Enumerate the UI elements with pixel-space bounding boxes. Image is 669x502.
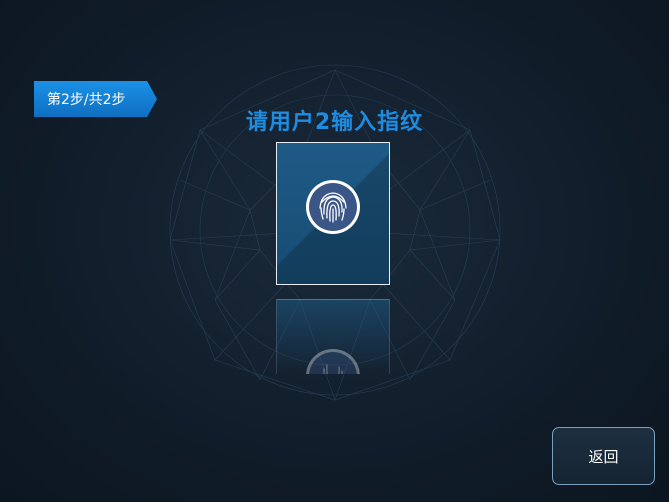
fingerprint-icon: [306, 180, 360, 234]
back-button[interactable]: 返回: [552, 427, 655, 485]
page-title: 请用户2输入指纹: [245, 110, 424, 135]
back-button-label: 返回: [588, 447, 619, 466]
fingerprint-reflection-icon: [306, 349, 360, 374]
fingerprint-card: [276, 142, 390, 285]
fingerprint-card-reflection: [276, 299, 390, 374]
